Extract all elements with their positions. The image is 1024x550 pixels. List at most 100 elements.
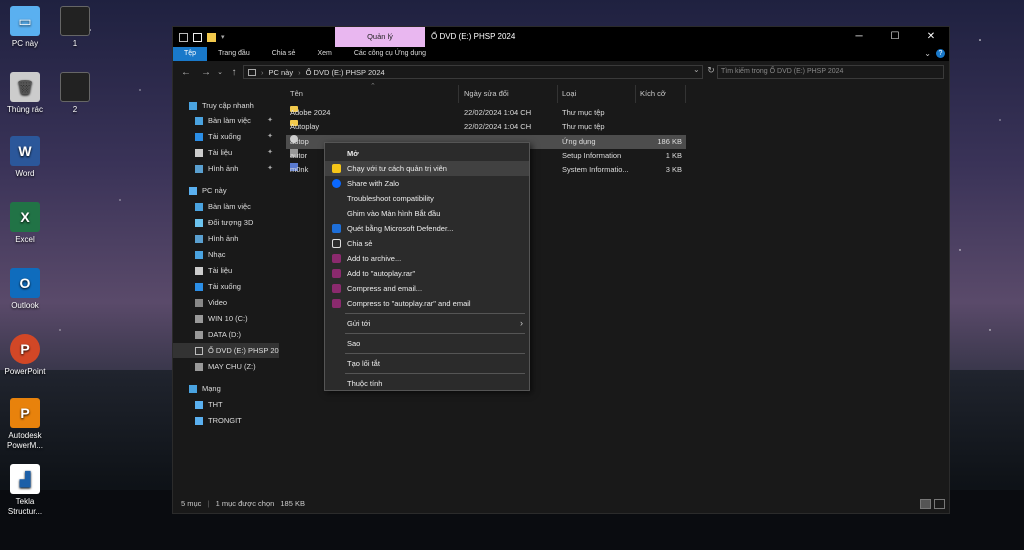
nav-pictures-pinned[interactable]: Hình ảnh ✦: [173, 161, 279, 176]
tab-file[interactable]: Tệp: [173, 47, 208, 61]
computer-icon: ▭: [10, 6, 40, 36]
network-drive-icon: [195, 363, 203, 372]
back-button[interactable]: ←: [179, 67, 193, 78]
nav-downloads[interactable]: Tải xuống: [173, 279, 279, 294]
menu-item-compress-email[interactable]: Compress and email...: [325, 281, 529, 296]
nav-documents-pinned[interactable]: Tài liệu ✦: [173, 145, 279, 160]
address-bar[interactable]: › PC này › Ổ DVD (E:) PHSP 2024: [243, 65, 703, 79]
tab-home[interactable]: Trang đầu: [207, 47, 261, 61]
recent-locations-icon[interactable]: ⌄: [213, 68, 227, 76]
nav-desktop-pinned[interactable]: Bàn làm việc ✦: [173, 113, 279, 128]
menu-item-create-shortcut[interactable]: Tạo lối tắt: [325, 356, 529, 371]
up-button[interactable]: ↑: [227, 67, 241, 78]
menu-item-add-rar[interactable]: Add to "autoplay.rar": [325, 266, 529, 281]
menu-item-compress-rar-email[interactable]: Compress to "autoplay.rar" and email: [325, 296, 529, 311]
breadcrumb-separator-icon: ›: [298, 67, 301, 77]
new-folder-icon[interactable]: [207, 32, 216, 42]
menu-separator: [345, 333, 525, 334]
column-header-type[interactable]: Loại: [558, 85, 636, 103]
breadcrumb-pc[interactable]: PC này: [269, 68, 294, 77]
minimize-button[interactable]: ─: [841, 27, 877, 47]
expand-ribbon-icon[interactable]: ⌄: [924, 49, 931, 58]
desktop-icon-excel[interactable]: X Excel: [0, 202, 50, 245]
nav-quick-access[interactable]: Truy cập nhanh: [173, 98, 279, 113]
menu-item-send-to[interactable]: Gửi tới ›: [325, 316, 529, 331]
nav-drive-d[interactable]: DATA (D:): [173, 327, 279, 342]
forward-button[interactable]: →: [199, 67, 213, 78]
large-icons-view-icon[interactable]: [934, 499, 945, 509]
column-header-date[interactable]: Ngày sửa đổi: [460, 85, 558, 103]
dvd-icon: [195, 347, 203, 356]
nav-drive-c[interactable]: WIN 10 (C:): [173, 311, 279, 326]
nav-pictures[interactable]: Hình ảnh: [173, 231, 279, 246]
breadcrumb-dvd[interactable]: Ổ DVD (E:) PHSP 2024: [306, 68, 385, 77]
menu-separator: [345, 373, 525, 374]
nav-network-tht[interactable]: THT: [173, 397, 279, 412]
desktop-icon-powerpoint[interactable]: P PowerPoint: [0, 334, 50, 377]
column-header-size[interactable]: Kích cỡ: [636, 85, 686, 103]
search-input[interactable]: Tìm kiếm trong Ổ DVD (E:) PHSP 2024: [717, 65, 944, 79]
nav-documents[interactable]: Tài liệu: [173, 263, 279, 278]
desktop-icon-pc[interactable]: ▭ PC này: [0, 6, 50, 49]
nav-downloads-pinned[interactable]: Tải xuống ✦: [173, 129, 279, 144]
nav-music[interactable]: Nhạc: [173, 247, 279, 262]
menu-item-copy[interactable]: Sao: [325, 336, 529, 351]
pin-icon: ✦: [267, 165, 273, 172]
ribbon-tabs: Tệp Trang đầu Chia sẻ Xem Các công cụ Ứn…: [173, 47, 949, 61]
menu-item-share[interactable]: Chia sẻ: [325, 236, 529, 251]
winrar-icon: [332, 269, 341, 278]
tab-view[interactable]: Xem: [306, 47, 342, 61]
address-row: ← → ⌄ ↑ › PC này › Ổ DVD (E:) PHSP 2024 …: [173, 61, 949, 83]
help-icon[interactable]: ?: [936, 49, 945, 58]
desktop-icon-2[interactable]: 2: [50, 72, 100, 115]
excel-icon: X: [10, 202, 40, 232]
desktop-icon-word[interactable]: W Word: [0, 136, 50, 179]
desktop-icon-1[interactable]: 1: [50, 6, 100, 49]
menu-item-run-as-admin[interactable]: Chạy với tư cách quản trị viên: [325, 161, 529, 176]
properties-icon[interactable]: [193, 32, 202, 42]
nav-network-trongit[interactable]: TRONGIT: [173, 413, 279, 428]
menu-item-share-zalo[interactable]: Share with Zalo: [325, 176, 529, 191]
file-row[interactable]: Autoplay 22/02/2024 1:04 CH Thư mục tệp: [286, 120, 686, 134]
customize-toolbar-icon[interactable]: ▾: [221, 33, 225, 41]
menu-item-pin-start[interactable]: Ghim vào Màn hình Bắt đầu: [325, 206, 529, 221]
nav-3d-objects[interactable]: Đối tượng 3D: [173, 215, 279, 230]
desktop-icon-autodesk[interactable]: P Autodesk PowerM...: [0, 398, 50, 451]
nav-drive-z[interactable]: MAY CHU (Z:): [173, 359, 279, 374]
nav-this-pc[interactable]: PC này: [173, 183, 279, 198]
video-icon: [195, 299, 203, 308]
nav-desktop[interactable]: Bàn làm việc: [173, 199, 279, 214]
menu-item-properties[interactable]: Thuộc tính: [325, 376, 529, 391]
desktop-icon-tekla[interactable]: ▟ Tekla Structur...: [0, 464, 50, 517]
outlook-icon: O: [10, 268, 40, 298]
contextual-tab-manage[interactable]: Quản lý: [335, 27, 425, 47]
status-item-count: 5 mục: [181, 499, 202, 508]
desktop-icon-recycle-bin[interactable]: 🗑 Thùng rác: [0, 72, 50, 115]
menu-item-troubleshoot[interactable]: Troubleshoot compatibility: [325, 191, 529, 206]
address-dropdown-icon[interactable]: ⌄: [693, 65, 700, 74]
tab-share[interactable]: Chia sẻ: [261, 47, 307, 61]
status-selected: 1 mục được chọn: [215, 499, 275, 508]
nav-videos[interactable]: Video: [173, 295, 279, 310]
details-view-icon[interactable]: [920, 499, 931, 509]
refresh-icon[interactable]: ↻: [705, 65, 717, 79]
close-button[interactable]: ✕: [913, 27, 949, 47]
menu-item-defender-scan[interactable]: Quét bằng Microsoft Defender...: [325, 221, 529, 236]
nav-drive-e[interactable]: Ổ DVD (E:) PHSP 20: [173, 343, 279, 358]
menu-item-open[interactable]: Mở: [325, 146, 529, 161]
file-row[interactable]: Adobe 2024 22/02/2024 1:04 CH Thư mục tệ…: [286, 106, 686, 120]
nav-network[interactable]: Mạng: [173, 381, 279, 396]
status-separator: |: [207, 499, 210, 508]
computer-icon: [195, 417, 203, 426]
maximize-button[interactable]: ☐: [877, 27, 913, 47]
desktop-icon: [195, 117, 203, 126]
menu-item-add-archive[interactable]: Add to archive...: [325, 251, 529, 266]
menu-separator: [345, 353, 525, 354]
word-icon: W: [10, 136, 40, 166]
picture-icon: [195, 235, 203, 244]
network-icon: [189, 385, 197, 394]
tab-app-tools[interactable]: Các công cụ Ứng dụng: [343, 47, 437, 61]
tekla-icon: ▟: [10, 464, 40, 494]
desktop-icon-outlook[interactable]: O Outlook: [0, 268, 50, 311]
sort-arrow-icon: ⌃: [370, 83, 376, 90]
